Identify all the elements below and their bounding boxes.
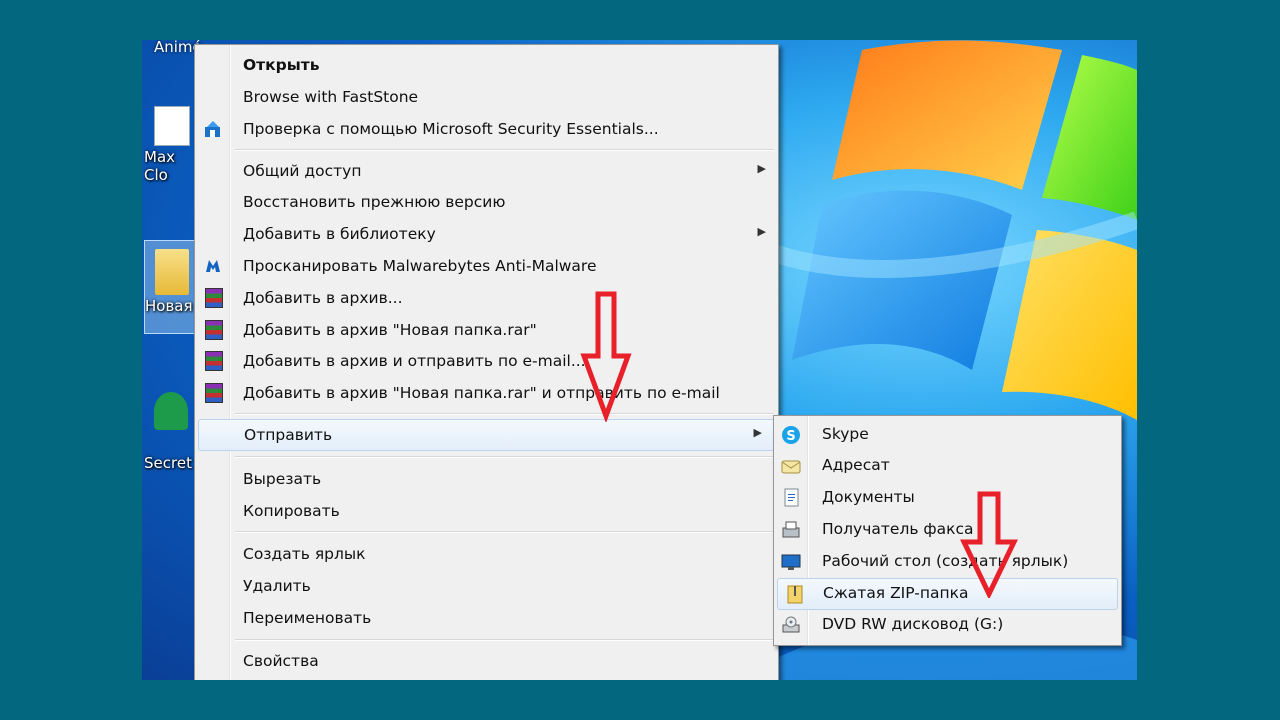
sendto-item-label: Документы	[822, 488, 915, 506]
fax-icon	[781, 520, 801, 540]
desktop-shortcut-secret[interactable]: Secret	[144, 392, 194, 472]
menu-item-label: Добавить в архив "Новая папка.rar" и отп…	[243, 384, 720, 402]
menu-item-label: Создать ярлык	[243, 545, 366, 563]
sendto-item-mail-recipient[interactable]: Адресат	[774, 451, 1121, 481]
menu-separator	[235, 531, 774, 533]
documents-icon	[781, 488, 801, 508]
winrar-icon	[205, 383, 223, 403]
menu-item-label: Добавить в библиотеку	[243, 225, 436, 243]
desktop-icon-label: Max	[144, 148, 176, 166]
menu-item-label: Копировать	[243, 502, 340, 520]
sendto-item-label: Сжатая ZIP-папка	[823, 584, 969, 602]
menu-item-rar-and-email[interactable]: Добавить в архив "Новая папка.rar" и отп…	[195, 378, 778, 408]
menu-item-label: Восстановить прежнюю версию	[243, 193, 506, 211]
skype-icon: S	[781, 425, 801, 445]
menu-item-security-essentials-scan[interactable]: Проверка с помощью Microsoft Security Es…	[195, 114, 778, 144]
desktop-shortcut-max-cloud[interactable]: Max Clo	[144, 106, 194, 184]
menu-item-malwarebytes-scan[interactable]: Просканировать Malwarebytes Anti-Malware	[195, 251, 778, 281]
screenshot: Animé Max Clo Новая папка Secret Открыть…	[142, 40, 1137, 680]
menu-item-label: Добавить в архив...	[243, 289, 403, 307]
folder-icon	[155, 249, 189, 295]
menu-separator	[235, 456, 774, 458]
sendto-item-label: Получатель факса	[822, 520, 974, 538]
desktop-folder-new[interactable]: Новая папка	[144, 240, 196, 334]
sendto-item-zip-folder[interactable]: Сжатая ZIP-папка	[777, 578, 1118, 610]
menu-item-properties[interactable]: Свойства	[195, 646, 778, 676]
sendto-item-label: Skype	[822, 425, 869, 443]
menu-item-label: Добавить в архив и отправить по e-mail..…	[243, 352, 586, 370]
sendto-item-skype[interactable]: S Skype	[774, 420, 1121, 450]
menu-item-label: Открыть	[243, 56, 320, 74]
desktop-icon-label: Новая папка	[145, 297, 195, 315]
dvd-drive-icon	[781, 615, 801, 635]
menu-item-label: Удалить	[243, 577, 311, 595]
submenu-arrow-icon: ▶	[757, 162, 766, 175]
zip-folder-icon	[785, 584, 805, 604]
menu-separator	[235, 413, 774, 415]
sendto-item-label: Рабочий стол (создать ярлык)	[822, 552, 1069, 570]
menu-item-restore-previous-versions[interactable]: Восстановить прежнюю версию	[195, 187, 778, 217]
menu-item-label: Browse with FastStone	[243, 88, 419, 106]
menu-item-label: Добавить в архив "Новая папка.rar"	[243, 321, 537, 339]
winrar-icon	[205, 320, 223, 340]
menu-item-open[interactable]: Открыть	[195, 50, 778, 80]
menu-item-label: Общий доступ	[243, 162, 362, 180]
menu-separator	[235, 639, 774, 641]
submenu-arrow-icon: ▶	[753, 426, 762, 439]
menu-item-label: Проверка с помощью Microsoft Security Es…	[243, 120, 659, 138]
mail-recipient-icon	[781, 456, 801, 476]
menu-item-copy[interactable]: Копировать	[195, 496, 778, 526]
menu-item-include-in-library[interactable]: Добавить в библиотеку ▶	[195, 219, 778, 249]
menu-item-label: Свойства	[243, 652, 319, 670]
svg-text:S: S	[786, 429, 795, 444]
menu-item-add-to-archive[interactable]: Добавить в архив...	[195, 283, 778, 313]
menu-item-cut[interactable]: Вырезать	[195, 464, 778, 494]
desktop-icon	[781, 552, 801, 572]
annotation-arrow-icon	[580, 291, 632, 422]
menu-item-browse-faststone[interactable]: Browse with FastStone	[195, 82, 778, 112]
malwarebytes-icon	[203, 256, 223, 276]
desktop-icon-label: Clo	[144, 166, 168, 184]
security-essentials-icon	[203, 119, 223, 139]
menu-item-label: Отправить	[244, 426, 333, 444]
winrar-icon	[205, 288, 223, 308]
sendto-item-label: Адресат	[822, 456, 890, 474]
menu-item-archive-and-email[interactable]: Добавить в архив и отправить по e-mail..…	[195, 346, 778, 376]
sendto-item-documents[interactable]: Документы	[774, 483, 1121, 513]
menu-item-label: Переименовать	[243, 609, 372, 627]
menu-item-create-shortcut[interactable]: Создать ярлык	[195, 539, 778, 569]
menu-item-send-to[interactable]: Отправить ▶	[198, 419, 775, 451]
sendto-item-fax-recipient[interactable]: Получатель факса	[774, 515, 1121, 545]
winrar-icon	[205, 351, 223, 371]
sendto-item-desktop-shortcut[interactable]: Рабочий стол (создать ярлык)	[774, 547, 1121, 577]
menu-separator	[235, 149, 774, 151]
menu-item-sharing[interactable]: Общий доступ ▶	[195, 156, 778, 186]
menu-item-add-to-rar[interactable]: Добавить в архив "Новая папка.rar"	[195, 315, 778, 345]
menu-item-delete[interactable]: Удалить	[195, 571, 778, 601]
submenu-arrow-icon: ▶	[757, 225, 766, 238]
context-menu: Открыть Browse with FastStone Проверка с…	[194, 44, 779, 680]
lock-icon	[154, 392, 188, 430]
send-to-submenu: S Skype Адресат Документы Получатель фак…	[773, 415, 1122, 646]
shortcut-icon	[154, 106, 190, 146]
menu-item-rename[interactable]: Переименовать	[195, 603, 778, 633]
desktop-icon-label: Secret	[144, 454, 192, 472]
sendto-item-dvd-drive[interactable]: DVD RW дисковод (G:)	[774, 610, 1121, 640]
sendto-item-label: DVD RW дисковод (G:)	[822, 615, 1004, 633]
menu-item-label: Просканировать Malwarebytes Anti-Malware	[243, 257, 597, 275]
menu-item-label: Вырезать	[243, 470, 322, 488]
annotation-arrow-icon	[960, 491, 1018, 598]
